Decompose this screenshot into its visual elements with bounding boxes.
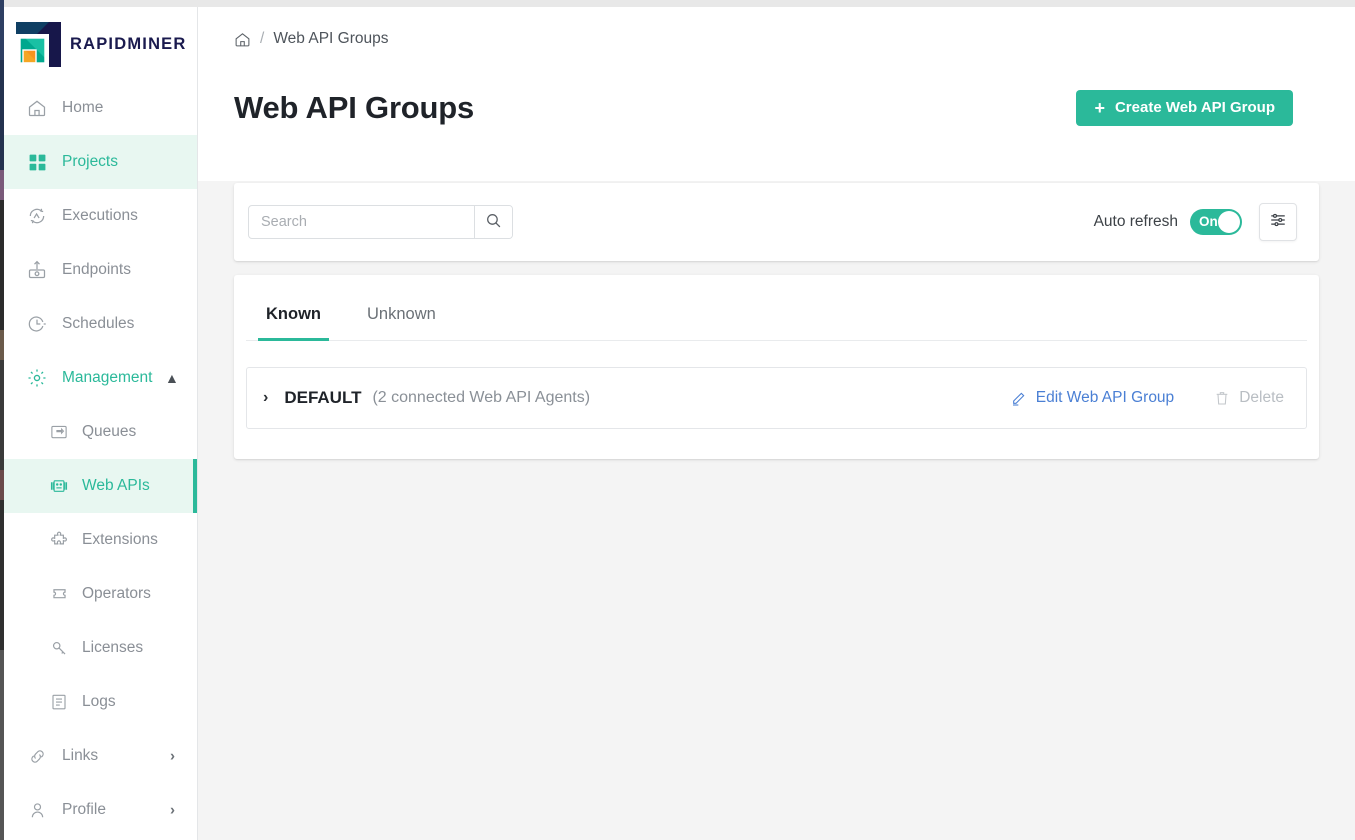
sidebar-item-endpoints[interactable]: Endpoints	[0, 243, 197, 297]
sidebar-item-operators[interactable]: Operators	[0, 567, 197, 621]
chevron-up-icon[interactable]: ▲	[165, 371, 179, 385]
edit-web-api-group-button[interactable]: Edit Web API Group	[1011, 389, 1174, 407]
sidebar-item-label: Endpoints	[62, 261, 131, 279]
window-left-edge	[0, 0, 4, 840]
search-icon	[485, 212, 502, 232]
queues-icon	[48, 421, 70, 443]
auto-refresh-label: Auto refresh	[1094, 213, 1178, 231]
gear-icon	[26, 367, 48, 389]
puzzle-icon	[48, 529, 70, 551]
sidebar-item-management[interactable]: Management ▲	[0, 351, 197, 405]
sidebar-item-links[interactable]: Links ›	[0, 729, 197, 783]
main-content: / Web API Groups Web API Groups + Create…	[198, 7, 1355, 840]
brand-logo[interactable]: RAPIDMINER	[0, 7, 197, 81]
sidebar-item-extensions[interactable]: Extensions	[0, 513, 197, 567]
sidebar-item-queues[interactable]: Queues	[0, 405, 197, 459]
link-icon	[26, 745, 48, 767]
sidebar-item-label: Projects	[62, 153, 118, 171]
grid-icon	[26, 151, 48, 173]
toggle-knob	[1218, 211, 1240, 233]
create-web-api-group-button[interactable]: + Create Web API Group	[1076, 90, 1293, 126]
sidebar-item-schedules[interactable]: Schedules	[0, 297, 197, 351]
key-icon	[48, 637, 70, 659]
endpoints-icon	[26, 259, 48, 281]
group-meta: (2 connected Web API Agents)	[372, 389, 590, 407]
logs-icon	[48, 691, 70, 713]
app-root: RAPIDMINER Home	[0, 7, 1355, 840]
home-icon[interactable]	[234, 31, 251, 48]
brand-name: RAPIDMINER	[70, 35, 187, 54]
operator-icon	[48, 583, 70, 605]
sidebar-item-licenses[interactable]: Licenses	[0, 621, 197, 675]
search-box	[248, 205, 513, 239]
group-info: › DEFAULT (2 connected Web API Agents)	[263, 388, 590, 408]
sidebar-item-profile[interactable]: Profile ›	[0, 783, 197, 837]
page-title: Web API Groups	[234, 90, 474, 126]
sidebar: RAPIDMINER Home	[0, 7, 198, 840]
tabs: Known Unknown	[246, 275, 1307, 341]
sidebar-item-label: Home	[62, 99, 103, 117]
delete-button: Delete	[1214, 389, 1284, 407]
sidebar-item-label: Schedules	[62, 315, 134, 333]
group-name: DEFAULT	[284, 388, 361, 408]
create-button-label: Create Web API Group	[1115, 99, 1275, 116]
chevron-right-icon[interactable]: ›	[170, 803, 175, 818]
sidebar-item-label: Logs	[82, 693, 116, 711]
breadcrumb-separator: /	[260, 30, 264, 48]
sidebar-item-label: Executions	[62, 207, 138, 225]
tab-label: Known	[266, 305, 321, 323]
sidebar-item-label: Management	[62, 369, 152, 387]
person-icon	[26, 799, 48, 821]
auto-refresh-toggle[interactable]: On	[1190, 209, 1242, 235]
sidebar-item-label: Web APIs	[82, 477, 150, 495]
window-top-strip	[0, 0, 1355, 7]
sidebar-item-logs[interactable]: Logs	[0, 675, 197, 729]
sliders-icon	[1269, 211, 1287, 232]
edit-label: Edit Web API Group	[1036, 389, 1174, 407]
sidebar-item-label: Operators	[82, 585, 151, 603]
tab-known[interactable]: Known	[258, 275, 329, 340]
tab-label: Unknown	[367, 305, 436, 323]
search-input[interactable]	[249, 206, 474, 238]
auto-refresh-group: Auto refresh On	[1094, 203, 1297, 241]
delete-label: Delete	[1239, 389, 1284, 407]
breadcrumb: / Web API Groups	[198, 7, 1355, 45]
rapidminer-logo-icon	[16, 22, 61, 67]
chevron-right-icon[interactable]: ›	[263, 390, 268, 406]
search-button[interactable]	[474, 206, 512, 238]
sidebar-item-executions[interactable]: Executions	[0, 189, 197, 243]
sidebar-item-label: Profile	[62, 801, 106, 819]
sidebar-item-label: Licenses	[82, 639, 143, 657]
pencil-icon	[1011, 390, 1027, 406]
plus-icon: +	[1094, 99, 1105, 117]
clock-icon	[26, 313, 48, 335]
table-row[interactable]: › DEFAULT (2 connected Web API Agents)	[246, 367, 1307, 429]
toolbar-card: Auto refresh On	[234, 183, 1319, 261]
breadcrumb-current: Web API Groups	[273, 30, 388, 48]
web-apis-icon	[48, 475, 70, 497]
sidebar-item-web-apis[interactable]: Web APIs	[0, 459, 197, 513]
sidebar-nav: Home Projects	[0, 81, 197, 837]
groups-card: Known Unknown › DEFAULT (2 connected Web…	[234, 275, 1319, 459]
sidebar-item-label: Links	[62, 747, 98, 765]
row-actions: Edit Web API Group Delete	[1011, 389, 1284, 407]
tab-unknown[interactable]: Unknown	[359, 275, 444, 340]
page-header: Web API Groups + Create Web API Group	[198, 45, 1355, 147]
chevron-right-icon[interactable]: ›	[170, 749, 175, 764]
toggle-state-label: On	[1199, 214, 1218, 229]
executions-icon	[26, 205, 48, 227]
sidebar-item-projects[interactable]: Projects	[0, 135, 197, 189]
filter-settings-button[interactable]	[1259, 203, 1297, 241]
sidebar-item-label: Queues	[82, 423, 136, 441]
home-icon	[26, 97, 48, 119]
trash-icon	[1214, 390, 1230, 406]
sidebar-item-home[interactable]: Home	[0, 81, 197, 135]
sidebar-item-label: Extensions	[82, 531, 158, 549]
